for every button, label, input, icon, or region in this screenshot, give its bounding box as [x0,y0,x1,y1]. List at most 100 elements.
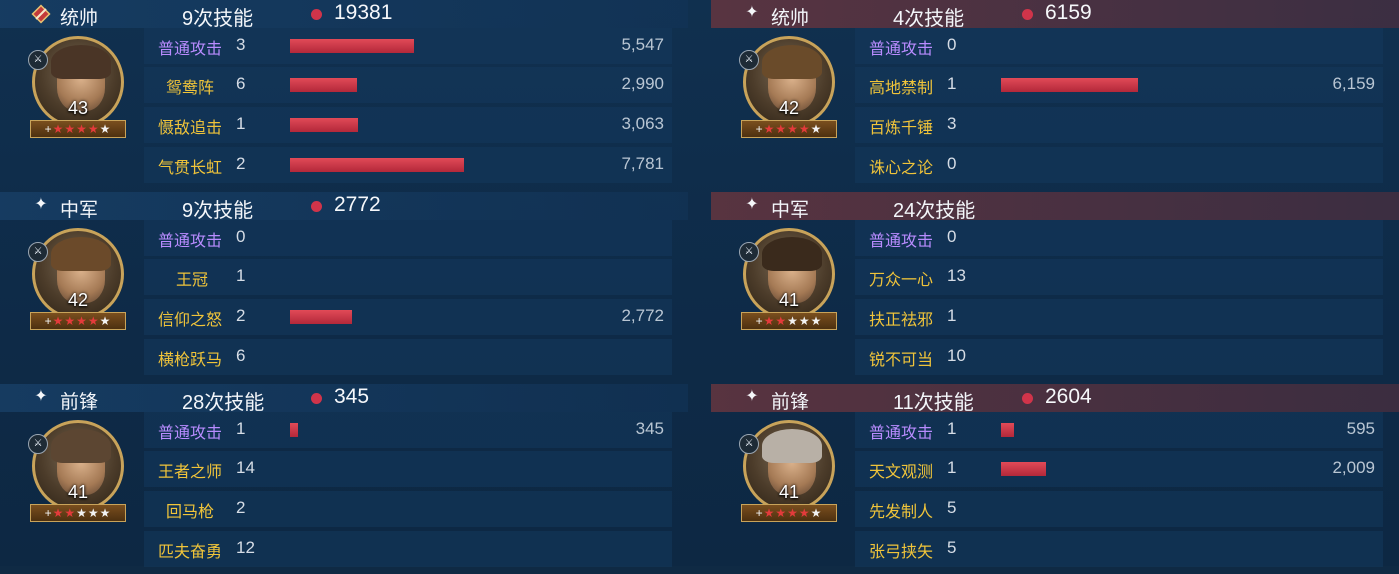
troop-type-icon: ⚔ [28,434,48,454]
star-icon: ★ [763,122,776,136]
skill-trigger-count: 13 [947,266,966,285]
skill-row[interactable]: 普通攻击 0 [144,220,672,256]
skill-trigger-count: 1 [236,419,246,438]
damage-dot-icon [1022,9,1033,20]
star-icon: ★ [775,314,788,328]
hero-card-right-1[interactable]: ✦ 中军 24次技能 ⚔ 41 + ★ ★ ★ ★ ★ 普通攻击 0 万众一心 13 扶正祛邪 1 锐不可当 10 [711,192,1399,382]
hero-portrait[interactable]: ⚔ 41 + ★ ★ ★ ★ ★ [739,420,837,524]
hero-portrait[interactable]: ⚔ 42 + ★ ★ ★ ★ ★ [739,36,837,140]
skill-row[interactable]: 先发制人 5 [855,491,1383,527]
skill-row[interactable]: 普通攻击 1 595 [855,412,1383,448]
skill-row[interactable]: 锐不可当 10 [855,339,1383,375]
left-team-panel: 统帅 9次技能 19381 ⚔ 43 + ★ ★ ★ ★ ★ 普通攻击 3 5,547 鸳鸯阵 6 2,990 慑… [0,0,688,567]
skill-count: 9次技能 [182,200,254,222]
skill-row[interactable]: 百炼千锤 3 [855,107,1383,143]
skill-damage: 595 [1346,419,1375,438]
skill-name: 普通攻击 [869,425,934,442]
hero-role: 统帅 [60,8,99,29]
skill-trigger-count: 2 [236,306,246,325]
damage-dot-icon [311,393,322,404]
hero-level: 43 [67,98,89,118]
skill-name: 高地禁制 [869,80,934,97]
skill-row[interactable]: 普通攻击 0 [855,220,1383,256]
total-damage: 6159 [1045,1,1092,24]
skill-row[interactable]: 诛心之论 0 [855,147,1383,183]
skill-row[interactable]: 横枪跃马 6 [144,339,672,375]
skill-row[interactable]: 信仰之怒 2 2,772 [144,299,672,335]
hero-level: 42 [67,290,89,310]
sparkle-icon: ✦ [34,388,48,405]
hero-hair [51,45,111,79]
damage-bar [290,158,464,172]
skill-name: 匹夫奋勇 [158,544,223,561]
commander-sword-icon [30,3,51,24]
skill-trigger-count: 1 [236,114,246,133]
sparkle-icon: ✦ [745,196,759,213]
damage-bar [290,118,358,132]
skill-name: 锐不可当 [869,352,934,369]
skill-trigger-count: 6 [236,346,246,365]
hero-hair [51,429,111,463]
star-icon: ★ [76,506,88,520]
hero-portrait[interactable]: ⚔ 43 + ★ ★ ★ ★ ★ [28,36,126,140]
skill-row[interactable]: 鸳鸯阵 6 2,990 [144,67,672,103]
hero-card-left-2[interactable]: ✦ 前锋 28次技能 345 ⚔ 41 + ★ ★ ★ ★ ★ 普通攻击 1 345 王者之师 14 回马枪 2 匹夫… [0,384,688,574]
troop-type-icon: ⚔ [28,242,48,262]
total-damage: 19381 [334,1,393,24]
skill-row[interactable]: 王者之师 14 [144,451,672,487]
hero-card-right-2[interactable]: ✦ 前锋 11次技能 2604 ⚔ 41 + ★ ★ ★ ★ ★ 普通攻击 1 595 天文观测 1 2,009 先… [711,384,1399,574]
skill-row[interactable]: 慑敌追击 1 3,063 [144,107,672,143]
damage-dot-icon [311,201,322,212]
battle-report: 统帅 9次技能 19381 ⚔ 43 + ★ ★ ★ ★ ★ 普通攻击 3 5,547 鸳鸯阵 6 2,990 慑… [0,0,1399,567]
skill-trigger-count: 1 [947,306,957,325]
skill-name: 扶正祛邪 [869,312,934,329]
skill-damage: 345 [635,419,664,438]
skill-trigger-count: 0 [947,227,957,246]
skill-name: 普通攻击 [158,233,223,250]
hero-portrait[interactable]: ⚔ 41 + ★ ★ ★ ★ ★ [28,420,126,524]
plus-icon: + [44,506,53,520]
skill-row[interactable]: 王冠 1 [144,259,672,295]
skill-row[interactable]: 扶正祛邪 1 [855,299,1383,335]
star-icon: ★ [64,506,77,520]
star-icon: ★ [99,314,112,328]
star-icon: ★ [810,314,823,328]
skill-row[interactable]: 万众一心 13 [855,259,1383,295]
hero-header: ✦ 中军 24次技能 [711,192,1399,222]
skill-trigger-count: 0 [947,154,957,173]
skill-row[interactable]: 匹夫奋勇 12 [144,531,672,567]
star-icon: ★ [763,314,776,328]
skill-name: 王者之师 [158,464,223,481]
skill-row[interactable]: 回马枪 2 [144,491,672,527]
troop-type-icon: ⚔ [739,242,759,262]
skill-trigger-count: 0 [947,35,957,54]
hero-portrait[interactable]: ⚔ 42 + ★ ★ ★ ★ ★ [28,228,126,332]
damage-bar [290,310,352,324]
hero-level: 41 [67,482,89,502]
hero-card-right-0[interactable]: ✦ 统帅 4次技能 6159 ⚔ 42 + ★ ★ ★ ★ ★ 普通攻击 0 高地禁制 1 6,159 百炼千锤 3… [711,0,1399,190]
damage-bar [1001,423,1014,437]
skill-row[interactable]: 普通攻击 0 [855,28,1383,64]
skill-name: 普通攻击 [158,41,223,58]
star-icon: ★ [76,314,88,328]
star-icon: ★ [810,122,823,136]
hero-portrait[interactable]: ⚔ 41 + ★ ★ ★ ★ ★ [739,228,837,332]
star-icon: ★ [775,506,788,520]
hero-card-left-1[interactable]: ✦ 中军 9次技能 2772 ⚔ 42 + ★ ★ ★ ★ ★ 普通攻击 0 王冠 1 信仰之怒 2 2,772 横枪… [0,192,688,382]
skill-row[interactable]: 张弓挟矢 5 [855,531,1383,567]
star-icon: ★ [52,506,65,520]
hero-role: 中军 [771,200,810,221]
skill-row[interactable]: 普通攻击 1 345 [144,412,672,448]
skill-row[interactable]: 高地禁制 1 6,159 [855,67,1383,103]
skill-row[interactable]: 普通攻击 3 5,547 [144,28,672,64]
damage-bar [1001,78,1138,92]
skill-trigger-count: 12 [236,538,255,557]
star-icon: ★ [87,314,100,328]
skill-name: 诛心之论 [869,160,934,177]
skill-row[interactable]: 气贯长虹 2 7,781 [144,147,672,183]
skill-name: 气贯长虹 [158,160,223,177]
skill-row[interactable]: 天文观测 1 2,009 [855,451,1383,487]
skill-name: 万众一心 [869,272,934,289]
hero-card-left-0[interactable]: 统帅 9次技能 19381 ⚔ 43 + ★ ★ ★ ★ ★ 普通攻击 3 5,547 鸳鸯阵 6 2,990 慑… [0,0,688,190]
plus-icon: + [44,122,53,136]
